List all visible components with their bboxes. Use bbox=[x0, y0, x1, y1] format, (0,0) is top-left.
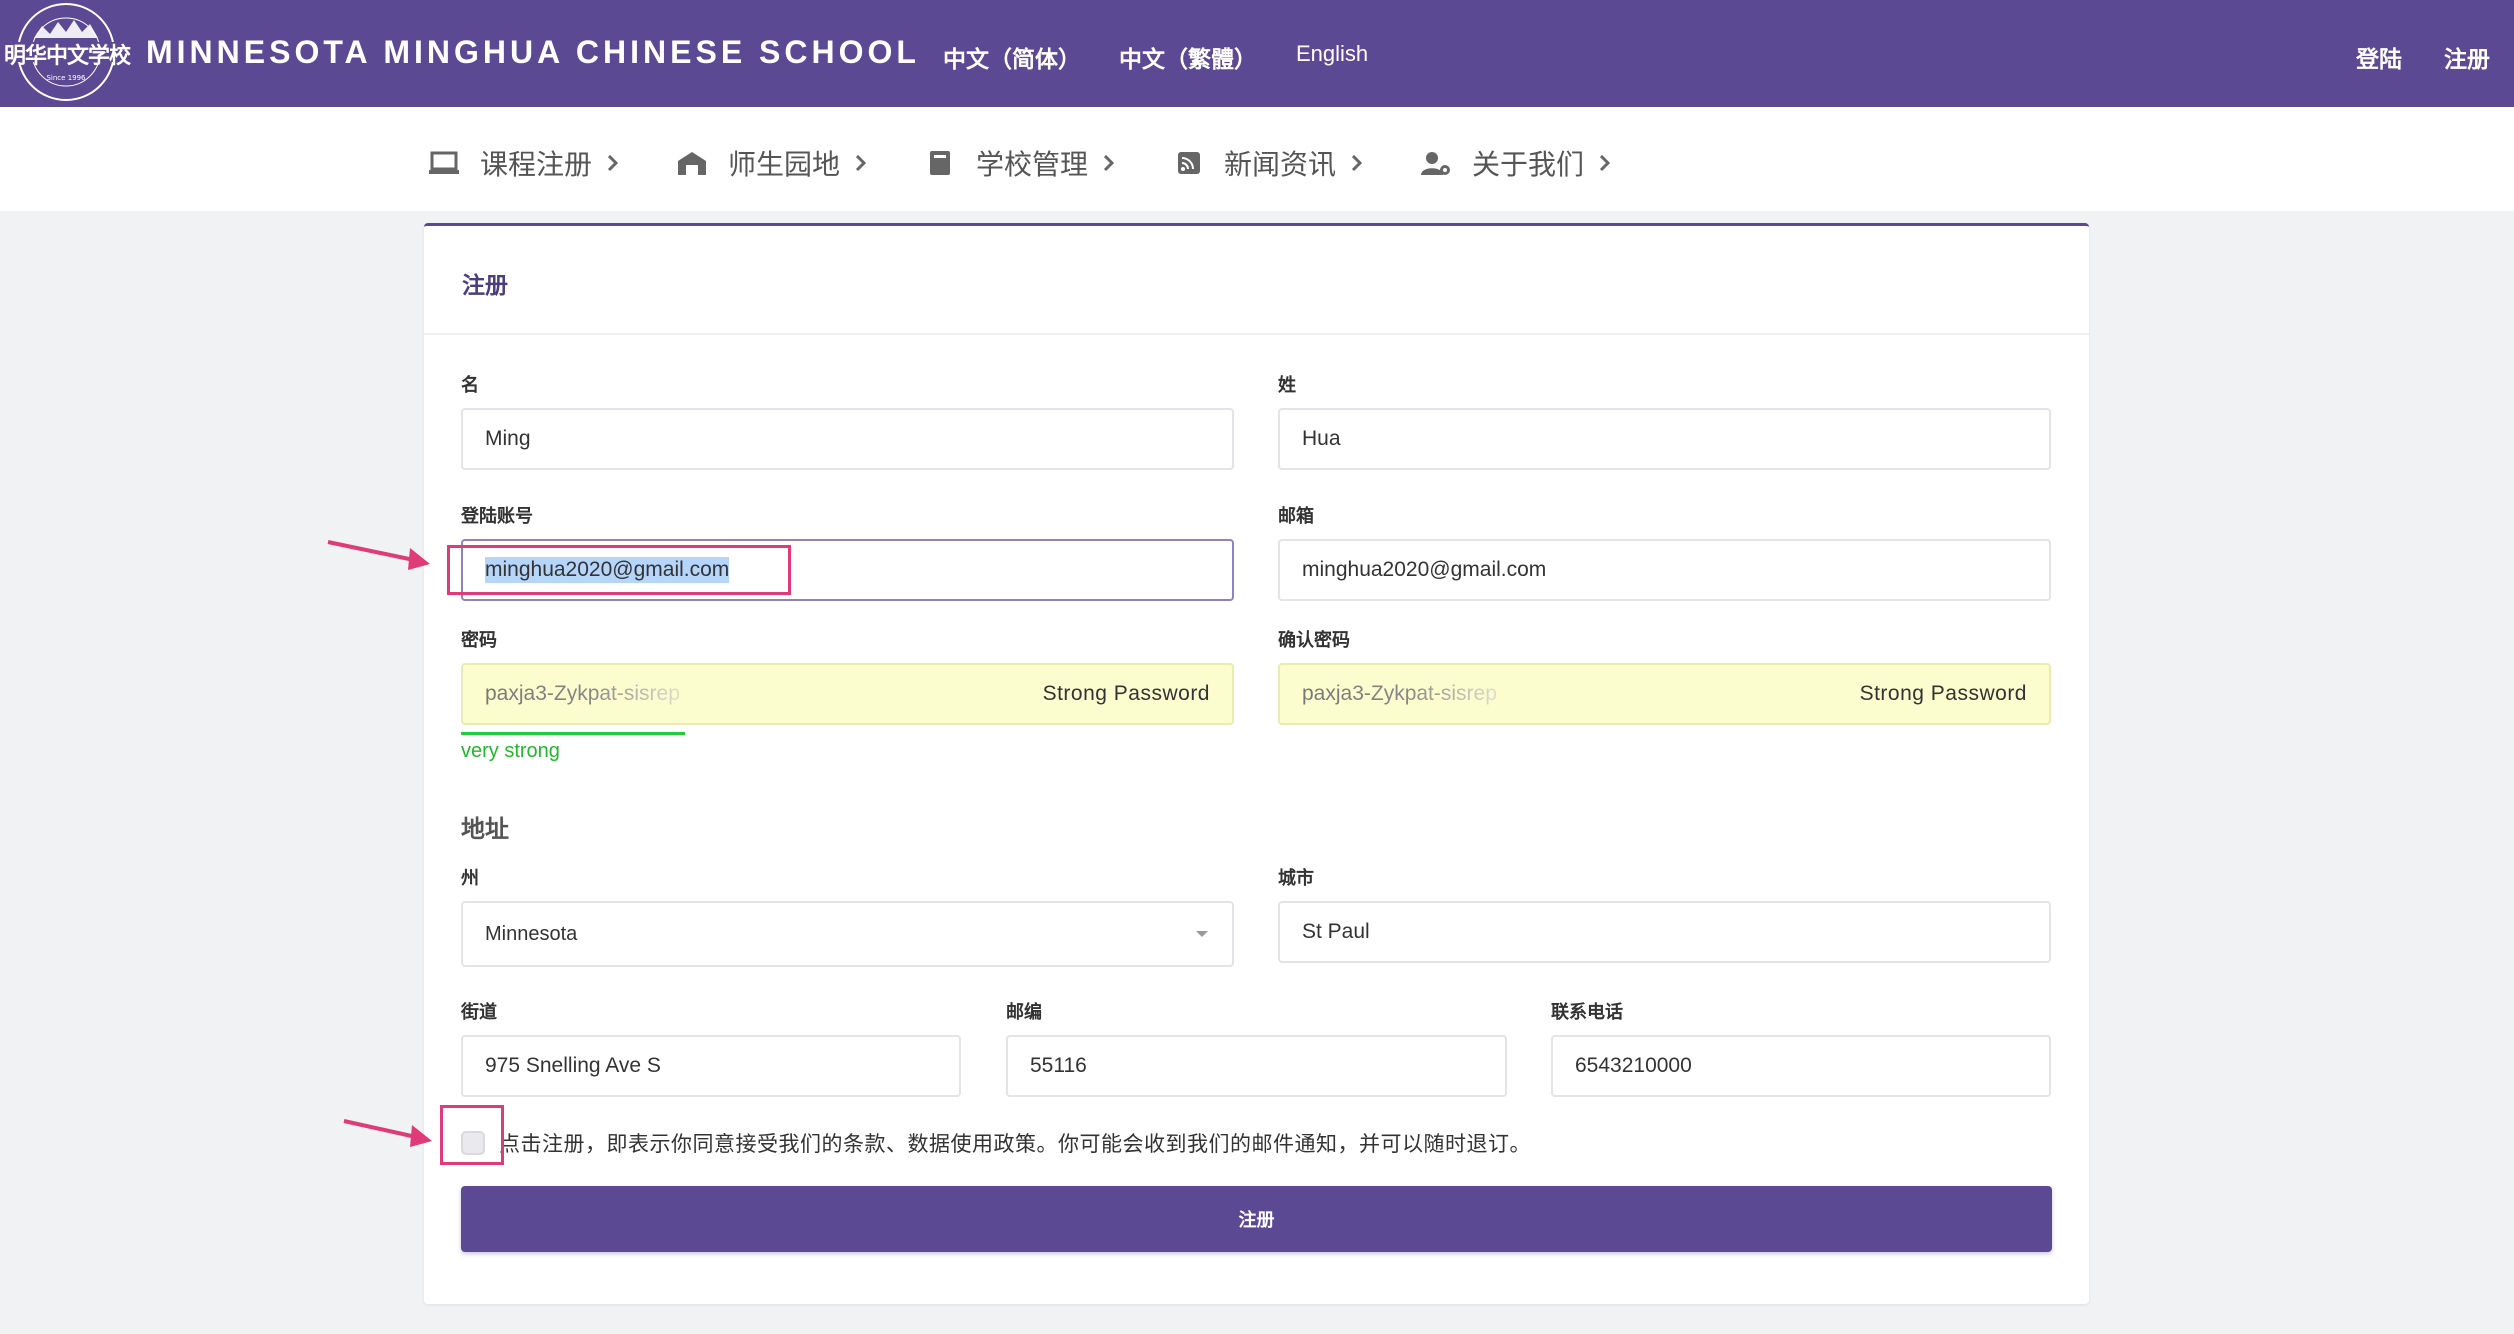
street-input[interactable]: 975 Snelling Ave S bbox=[461, 1035, 961, 1097]
arrow-icon bbox=[327, 540, 430, 570]
nav-item-campus[interactable]: 师生园地 bbox=[676, 143, 868, 183]
email-input[interactable]: minghua2020@gmail.com bbox=[1278, 539, 2051, 601]
username-highlight-box bbox=[447, 545, 791, 595]
dropdown-caret-icon bbox=[1196, 931, 1208, 937]
book-icon bbox=[930, 151, 950, 175]
login-link[interactable]: 登陆 bbox=[2356, 40, 2402, 74]
chevron-right-icon bbox=[1103, 154, 1115, 172]
top-bar: Since 1996 明华中文学校 MINNESOTA MINGHUA CHIN… bbox=[0, 0, 2514, 107]
laptop-icon bbox=[429, 151, 459, 174]
campus-icon bbox=[678, 152, 706, 175]
password-value: paxja3-Zykpat-sisrep bbox=[485, 682, 680, 705]
strong-password-badge: Strong Password bbox=[1042, 682, 1210, 705]
username-label: 登陆账号 bbox=[461, 506, 533, 526]
lang-simplified-link[interactable]: 中文（简体） bbox=[943, 40, 1081, 74]
nav-item-label: 关于我们 bbox=[1472, 149, 1585, 180]
rss-icon bbox=[1178, 152, 1200, 174]
phone-label: 联系电话 bbox=[1551, 1002, 1623, 1022]
title-divider bbox=[424, 333, 2089, 335]
confirm-password-input[interactable]: paxja3-Zykpat-sisrep Strong Password bbox=[1278, 663, 2051, 725]
nav-item-about-us[interactable]: 关于我们 bbox=[1420, 143, 1612, 183]
nav-item-school-management[interactable]: 学校管理 bbox=[924, 143, 1116, 183]
submit-register-button[interactable]: 注册 bbox=[461, 1186, 2052, 1252]
state-select[interactable]: Minnesota bbox=[461, 901, 1234, 967]
address-section-title: 地址 bbox=[461, 816, 509, 843]
state-selected-value: Minnesota bbox=[485, 922, 578, 945]
chevron-right-icon bbox=[607, 154, 619, 172]
email-label: 邮箱 bbox=[1278, 506, 1314, 526]
nav-item-label: 课程注册 bbox=[480, 149, 593, 180]
password-input[interactable]: paxja3-Zykpat-sisrep Strong Password bbox=[461, 663, 1234, 725]
arrow-icon bbox=[343, 1119, 432, 1147]
chevron-right-icon bbox=[855, 154, 867, 172]
logo-text: 明华中文学校 bbox=[4, 43, 131, 68]
registration-card: 注册 名 Ming 姓 Hua 登陆账号 minghua2020@gmail.c… bbox=[424, 223, 2089, 1304]
logo-since-text: Since 1996 bbox=[46, 74, 86, 82]
password-strength-bar bbox=[461, 732, 685, 735]
phone-input[interactable]: 6543210000 bbox=[1551, 1035, 2051, 1097]
chevron-right-icon bbox=[1351, 154, 1363, 172]
user-gear-icon bbox=[1421, 152, 1450, 175]
main-nav: 课程注册 师生园地 学校管理 新闻资讯 关于我们 bbox=[0, 107, 2514, 211]
form-title: 注册 bbox=[462, 272, 508, 298]
street-label: 街道 bbox=[461, 1002, 497, 1022]
nav-item-label: 新闻资讯 bbox=[1224, 149, 1337, 180]
lang-english-link[interactable]: English bbox=[1296, 41, 1368, 67]
password-strength-text: very strong bbox=[461, 740, 560, 762]
strong-password-badge: Strong Password bbox=[1859, 682, 2027, 705]
last-name-input[interactable]: Hua bbox=[1278, 408, 2051, 470]
school-name[interactable]: MINNESOTA MINGHUA CHINESE SCHOOL bbox=[146, 34, 920, 71]
nav-item-label: 师生园地 bbox=[728, 149, 841, 180]
confirm-password-value: paxja3-Zykpat-sisrep bbox=[1302, 682, 1497, 705]
last-name-label: 姓 bbox=[1278, 375, 1296, 395]
terms-text: 点击注册，即表示你同意接受我们的条款、数据使用政策。你可能会收到我们的邮件通知，… bbox=[499, 1133, 1531, 1156]
city-label: 城市 bbox=[1278, 868, 1314, 888]
state-label: 州 bbox=[461, 868, 479, 888]
nav-item-news[interactable]: 新闻资讯 bbox=[1172, 143, 1364, 183]
nav-item-label: 学校管理 bbox=[976, 149, 1089, 180]
checkbox-highlight-box bbox=[440, 1105, 504, 1165]
zip-label: 邮编 bbox=[1006, 1002, 1042, 1022]
city-input[interactable]: St Paul bbox=[1278, 901, 2051, 963]
lang-traditional-link[interactable]: 中文（繁體） bbox=[1119, 40, 1257, 74]
confirm-password-label: 确认密码 bbox=[1278, 630, 1350, 650]
password-label: 密码 bbox=[461, 630, 497, 650]
register-link[interactable]: 注册 bbox=[2444, 40, 2490, 74]
zip-input[interactable]: 55116 bbox=[1006, 1035, 1507, 1097]
terms-agreement-row: 点击注册，即表示你同意接受我们的条款、数据使用政策。你可能会收到我们的邮件通知，… bbox=[461, 1128, 1531, 1158]
first-name-input[interactable]: Ming bbox=[461, 408, 1234, 470]
nav-item-course-registration[interactable]: 课程注册 bbox=[428, 143, 620, 183]
first-name-label: 名 bbox=[461, 375, 479, 395]
chevron-right-icon bbox=[1599, 154, 1611, 172]
